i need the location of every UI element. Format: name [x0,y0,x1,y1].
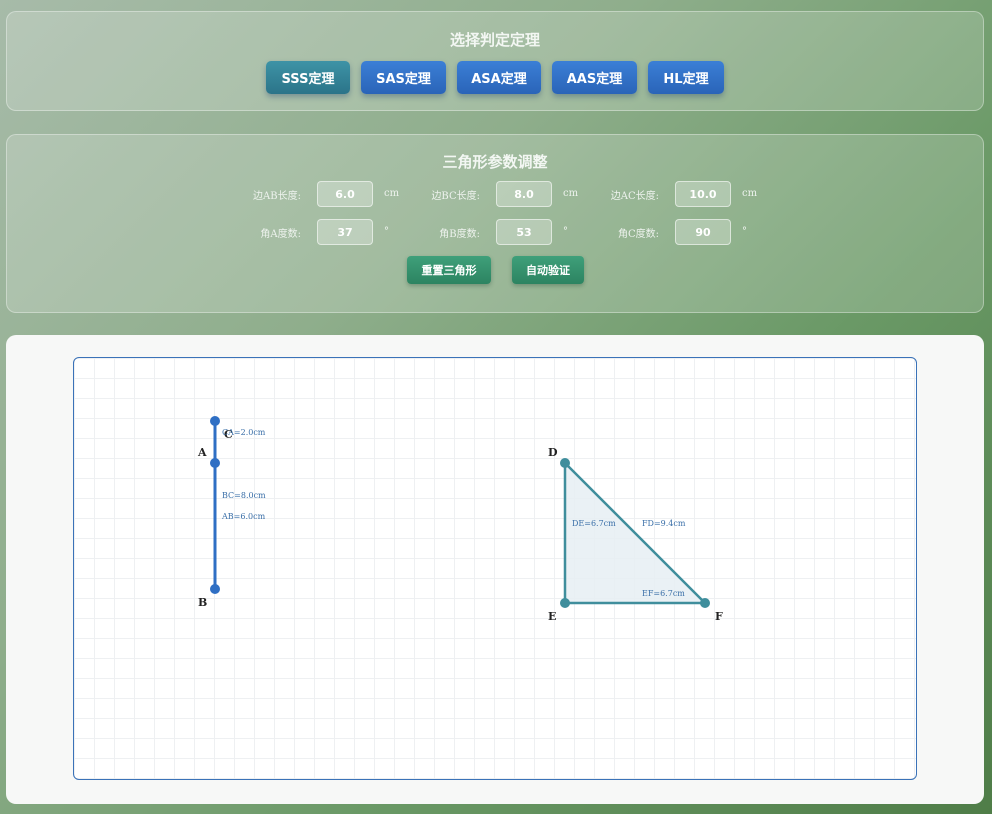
point-b[interactable] [210,584,220,594]
sas-theorem-button[interactable]: SAS定理 [361,61,446,94]
angle-a-label: 角A度数: [260,229,301,240]
theorem-panel-title: 选择判定定理 [449,31,540,49]
angle-b-label: 角B度数: [439,229,480,240]
side-ac-unit: cm [742,188,758,199]
angle-c-input[interactable] [675,219,731,245]
side-ab-input[interactable] [317,181,373,207]
point-e[interactable] [560,598,570,608]
angle-c-label: 角C度数: [617,229,659,240]
point-f[interactable] [700,598,710,608]
label-point-d: D [548,446,558,459]
side-ab-label: 边AB长度: [253,191,301,202]
canvas-card: A B C CA=2.0cm BC=8.0cm AB=6.0cm D E F D… [6,335,984,804]
reset-triangle-button[interactable]: 重置三角形 [407,256,491,284]
label-point-e: E [548,610,556,623]
side-ac-label: 边AC长度: [610,191,659,202]
side-bc-input[interactable] [496,181,552,207]
asa-theorem-button[interactable]: ASA定理 [457,61,541,94]
params-panel: 三角形参数调整 边AB长度: cm 边BC长度: cm 边AC长度: cm 角A… [6,134,984,313]
aas-theorem-button[interactable]: AAS定理 [552,61,637,94]
side-ab-unit: cm [384,188,400,199]
side-ac-input[interactable] [675,181,731,207]
params-panel-title: 三角形参数调整 [442,153,548,171]
angle-b-unit: ° [563,226,568,237]
label-segment-de: DE=6.7cm [572,519,616,528]
triangle-def [563,459,709,605]
point-d[interactable] [560,458,570,468]
angle-b-input[interactable] [496,219,552,245]
theorem-button-group: SSS定理 SAS定理 ASA定理 AAS定理 HL定理 [7,61,983,94]
side-bc-unit: cm [563,188,579,199]
label-segment-bc: BC=8.0cm [222,491,266,500]
geometry-svg: A B C CA=2.0cm BC=8.0cm AB=6.0cm D E F D… [197,416,723,623]
side-params-row: 边AB长度: cm 边BC长度: cm 边AC长度: cm [7,181,983,207]
angle-c-unit: ° [742,226,747,237]
label-point-a: A [197,446,207,459]
label-segment-ab: AB=6.0cm [221,512,266,521]
label-segment-ef: EF=6.7cm [642,589,685,598]
sss-theorem-button[interactable]: SSS定理 [266,61,350,94]
angle-params-row: 角A度数: ° 角B度数: ° 角C度数: ° [7,219,983,245]
angle-a-unit: ° [384,226,389,237]
angle-a-input[interactable] [317,219,373,245]
theorem-panel: 选择判定定理 SSS定理 SAS定理 ASA定理 AAS定理 HL定理 [6,11,984,111]
label-segment-fd: FD=9.4cm [642,519,686,528]
point-c[interactable] [210,416,220,426]
label-segment-ca: CA=2.0cm [222,428,266,437]
point-a[interactable] [210,458,220,468]
side-bc-label: 边BC长度: [431,191,480,202]
label-point-f: F [715,610,723,623]
auto-verify-button[interactable]: 自动验证 [512,256,584,284]
geometry-canvas[interactable]: A B C CA=2.0cm BC=8.0cm AB=6.0cm D E F D… [73,357,917,780]
hl-theorem-button[interactable]: HL定理 [648,61,724,94]
label-point-b: B [198,596,207,609]
